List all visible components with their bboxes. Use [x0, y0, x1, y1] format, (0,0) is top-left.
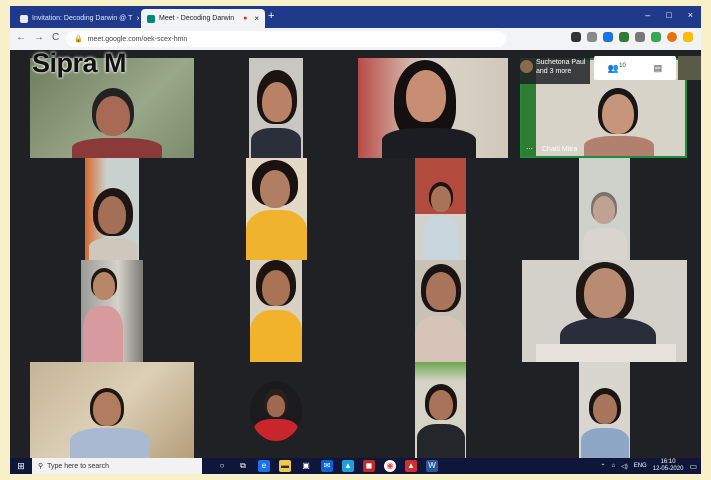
- tab-meet[interactable]: Meet - Decoding Darwin ● ×: [141, 9, 265, 28]
- new-tab-button[interactable]: +: [268, 10, 274, 22]
- network-icon[interactable]: ⌂: [611, 463, 615, 469]
- video-tile[interactable]: [30, 362, 194, 458]
- nav-buttons: ← → C: [16, 32, 59, 43]
- camera-icon[interactable]: [571, 32, 581, 42]
- video-tile[interactable]: [579, 158, 630, 260]
- app-icon[interactable]: ▲: [342, 460, 354, 472]
- mail-icon[interactable]: ✉: [321, 460, 333, 472]
- people-icon[interactable]: 👥10: [608, 63, 626, 74]
- chevron-up-icon[interactable]: ⌃: [600, 463, 605, 470]
- browser-tab-bar: Invitation: Decoding Darwin @ T × Meet -…: [10, 6, 701, 28]
- file-explorer-icon[interactable]: ▬: [279, 460, 291, 472]
- maximize-button[interactable]: □: [666, 10, 671, 20]
- avatar: [520, 60, 533, 73]
- windows-taskbar: ⊞ ⚲ Type here to search ○ ⧉ e ▬ ▣ ✉ ▲ ◼ …: [10, 458, 701, 474]
- taskbar-search[interactable]: ⚲ Type here to search: [32, 458, 202, 474]
- edge-icon[interactable]: e: [258, 460, 270, 472]
- chrome-icon[interactable]: ◉: [384, 460, 396, 472]
- clock[interactable]: 16:10 12-05-2020: [653, 459, 684, 473]
- time: 16:10: [660, 459, 676, 465]
- extensions: [571, 32, 693, 42]
- reload-icon[interactable]: C: [52, 32, 59, 43]
- url-field[interactable]: 🔒 meet.google.com/oek-scex-hmn: [66, 31, 506, 47]
- calendar-icon: [20, 14, 28, 23]
- back-icon[interactable]: ←: [16, 32, 26, 43]
- task-view-icon[interactable]: ⧉: [237, 460, 249, 472]
- video-tile[interactable]: [358, 58, 508, 158]
- date: 12-05-2020: [652, 466, 684, 472]
- forward-icon[interactable]: →: [34, 32, 44, 43]
- video-tile[interactable]: [85, 158, 139, 260]
- star-icon[interactable]: [587, 32, 597, 42]
- self-view-thumbnail[interactable]: [678, 56, 701, 80]
- tab-label: Invitation: Decoding Darwin @ T: [32, 15, 133, 22]
- extension-icon[interactable]: [651, 32, 661, 42]
- start-button[interactable]: ⊞: [10, 458, 32, 474]
- notification-line: Suchetona Paul: [536, 59, 586, 66]
- video-tile[interactable]: [249, 58, 303, 158]
- store-icon[interactable]: ▣: [300, 460, 312, 472]
- close-tab-icon[interactable]: ×: [254, 14, 259, 23]
- more-options-icon[interactable]: ⋯: [526, 145, 533, 153]
- tab-invitation[interactable]: Invitation: Decoding Darwin @ T ×: [14, 9, 139, 28]
- extension-icon[interactable]: [619, 32, 629, 42]
- close-tab-icon[interactable]: ×: [136, 14, 139, 23]
- volume-icon[interactable]: ◁): [621, 463, 628, 470]
- video-tile[interactable]: [415, 158, 466, 260]
- lock-icon: 🔒: [74, 36, 83, 43]
- video-tile[interactable]: [250, 260, 302, 362]
- video-tile[interactable]: [246, 158, 307, 260]
- window-controls: – □ ×: [645, 10, 693, 20]
- address-bar-row: ← → C 🔒 meet.google.com/oek-scex-hmn: [10, 28, 701, 50]
- meet-top-controls: 👥10 ▤: [594, 56, 676, 80]
- recording-icon: ●: [243, 15, 248, 22]
- pdf-icon[interactable]: ▲: [405, 460, 417, 472]
- extension-icon[interactable]: [635, 32, 645, 42]
- language-indicator[interactable]: ENG: [634, 463, 647, 469]
- url-text: meet.google.com/oek-scex-hmn: [87, 35, 188, 43]
- people-count: 10: [619, 62, 626, 69]
- search-icon: ⚲: [38, 463, 44, 470]
- video-tile[interactable]: [522, 260, 687, 362]
- notification-line: and 3 more: [536, 68, 572, 75]
- search-placeholder: Type here to search: [47, 462, 110, 470]
- join-notification: Suchetona Paul and 3 more: [518, 56, 590, 84]
- tab-label: Meet - Decoding Darwin: [159, 15, 235, 22]
- word-icon[interactable]: W: [426, 460, 438, 472]
- screen: Invitation: Decoding Darwin @ T × Meet -…: [10, 6, 701, 474]
- participant-name: Chaiti Mitra: [542, 146, 578, 153]
- system-tray: ⌃ ⌂ ◁) ENG 16:10 12-05-2020 ▭: [600, 459, 701, 473]
- chat-icon[interactable]: ▤: [654, 63, 663, 74]
- speaker-name: Sipra M: [32, 48, 127, 78]
- video-tile[interactable]: [415, 362, 466, 458]
- cortana-icon[interactable]: ○: [216, 460, 228, 472]
- notifications-icon[interactable]: ▭: [689, 462, 697, 471]
- meet-grid: Sipra M ⋯ Chaiti Mitra Suchetona Paul an…: [10, 48, 701, 458]
- profile-avatar[interactable]: [667, 32, 677, 42]
- menu-icon[interactable]: [683, 32, 693, 42]
- close-window-button[interactable]: ×: [688, 10, 693, 20]
- minimize-button[interactable]: –: [645, 10, 650, 20]
- extension-icon[interactable]: [603, 32, 613, 42]
- meet-icon: [147, 14, 155, 23]
- taskbar-apps: ○ ⧉ e ▬ ▣ ✉ ▲ ◼ ◉ ▲ W: [216, 460, 438, 472]
- participant-avatar[interactable]: [250, 381, 302, 441]
- video-tile[interactable]: [579, 362, 630, 458]
- app-icon[interactable]: ◼: [363, 460, 375, 472]
- video-tile[interactable]: [81, 260, 143, 362]
- video-tile[interactable]: [415, 260, 466, 362]
